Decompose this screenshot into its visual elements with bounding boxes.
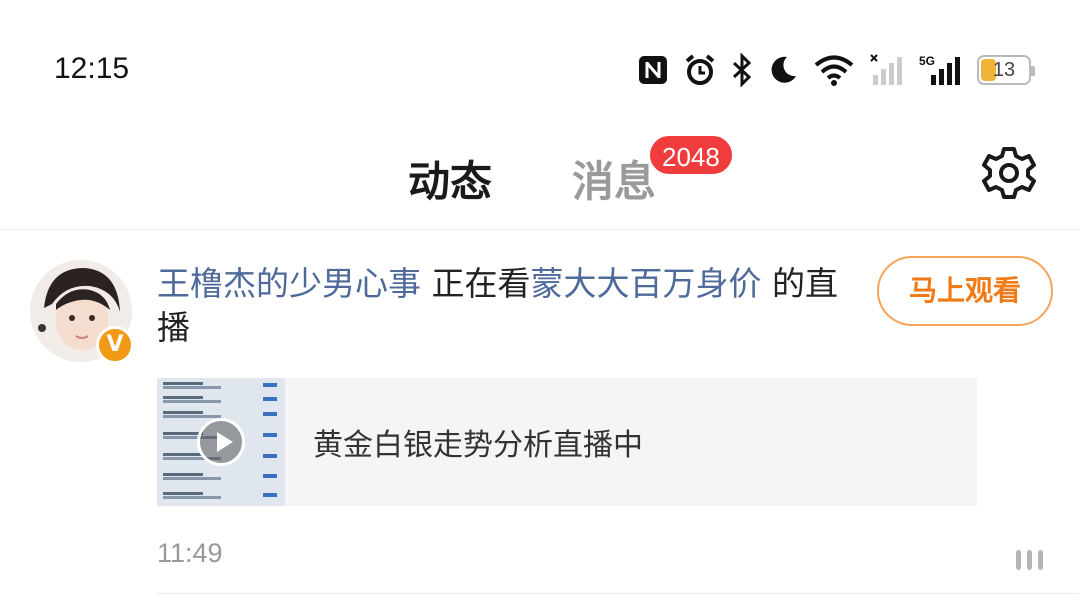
user-name-link[interactable]: 王橹杰的少男心事	[157, 264, 421, 303]
post-timestamp: 11:49	[157, 538, 223, 568]
more-icon	[1016, 550, 1043, 570]
active-tab-indicator	[408, 210, 493, 219]
top-tab-bar: 动态 消息 2048	[0, 120, 1079, 230]
watch-now-button[interactable]: 马上观看	[877, 256, 1053, 326]
tab-feed[interactable]: 动态	[408, 148, 493, 219]
tab-messages[interactable]: 消息	[572, 148, 656, 209]
settings-button[interactable]	[980, 144, 1038, 202]
alarm-icon	[683, 50, 717, 90]
battery-icon: 13	[977, 50, 1035, 90]
wifi-icon	[813, 50, 855, 90]
post-verb: 正在看	[421, 264, 531, 303]
feed-divider	[157, 593, 1079, 594]
bluetooth-icon	[731, 50, 753, 90]
post-text: 王橹杰的少男心事 正在看蒙大大百万身价 的直播	[157, 262, 847, 350]
do-not-disturb-icon	[767, 50, 799, 90]
status-icons: 5G 13	[637, 50, 1035, 90]
status-time: 12:15	[54, 52, 130, 85]
battery-level: 13	[992, 58, 1016, 81]
live-thumbnail	[157, 378, 285, 506]
host-name-link[interactable]: 蒙大大百万身价	[531, 264, 762, 303]
signal-off-icon	[869, 50, 905, 90]
play-icon	[197, 418, 245, 466]
status-bar: 12:15 5G 13	[0, 0, 1079, 120]
app-screen: 12:15 5G 13 动态 消息 2048 V 王橹杰的少男心事 正在看蒙大大…	[0, 0, 1079, 606]
live-stream-card[interactable]: 黄金白银走势分析直播中	[157, 378, 977, 506]
5g-signal-icon: 5G	[919, 50, 963, 90]
tab-feed-label: 动态	[408, 157, 493, 206]
gear-icon	[982, 147, 1036, 199]
more-options-button[interactable]	[1012, 548, 1048, 572]
tab-messages-label: 消息	[572, 157, 657, 206]
live-title: 黄金白银走势分析直播中	[313, 428, 643, 463]
verified-badge: V	[96, 326, 134, 364]
nfc-icon	[637, 50, 669, 90]
messages-count-badge: 2048	[648, 134, 734, 176]
network-label: 5G	[919, 54, 935, 68]
